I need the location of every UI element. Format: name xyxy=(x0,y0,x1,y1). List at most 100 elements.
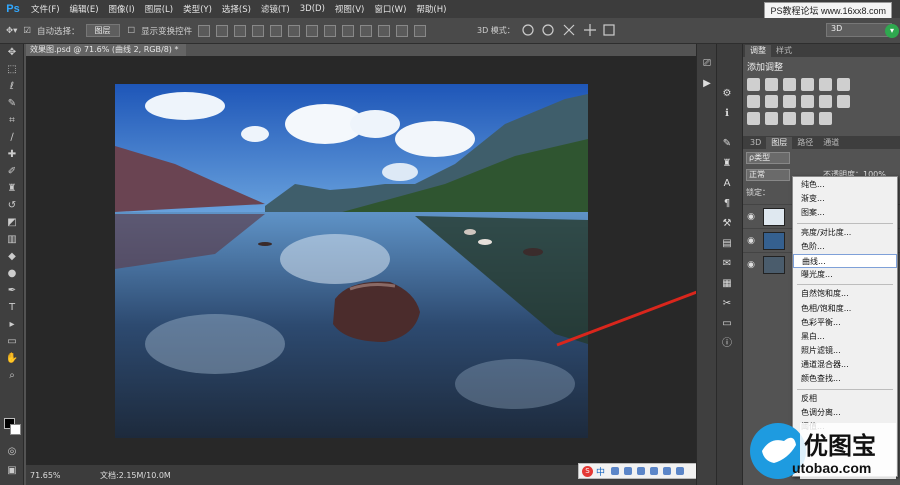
tab-adjustments[interactable]: 调整 xyxy=(745,45,771,57)
ime-skin-icon[interactable] xyxy=(663,467,672,475)
tool-presets-icon[interactable]: ⚒ xyxy=(717,214,737,234)
hue-icon[interactable] xyxy=(837,78,850,91)
photo-filter-icon[interactable] xyxy=(783,95,796,108)
menu-type[interactable]: 类型(Y) xyxy=(178,3,217,15)
menu-edit[interactable]: 编辑(E) xyxy=(65,3,104,15)
menu-view[interactable]: 视图(V) xyxy=(330,3,369,15)
dodge-tool-icon[interactable]: ● xyxy=(0,265,24,282)
eye-icon[interactable]: ◉ xyxy=(743,260,759,270)
type-tool-icon[interactable]: T xyxy=(0,299,24,316)
channel-mixer-icon[interactable] xyxy=(801,95,814,108)
shape-tool-icon[interactable]: ▭ xyxy=(0,333,24,350)
menu-window[interactable]: 窗口(W) xyxy=(369,3,411,15)
background-color-swatch[interactable] xyxy=(10,424,21,435)
menu-3d[interactable]: 3D(D) xyxy=(295,4,330,14)
distribute-top-icon[interactable] xyxy=(306,24,319,37)
align-bottom-icon[interactable] xyxy=(234,24,247,37)
blur-tool-icon[interactable]: ◆ xyxy=(0,248,24,265)
show-transform-checkbox[interactable]: ☐ xyxy=(128,26,136,36)
threshold-icon[interactable] xyxy=(765,112,778,125)
history-brush-icon[interactable]: ↺ xyxy=(0,197,24,214)
menu-item-pattern[interactable]: 图案... xyxy=(793,206,897,220)
menu-item-vibrance[interactable]: 自然饱和度... xyxy=(793,287,897,301)
menu-item-curves[interactable]: 曲线... xyxy=(793,253,897,269)
menu-item-black-white[interactable]: 黑白... xyxy=(793,330,897,344)
vibrance-icon[interactable] xyxy=(819,78,832,91)
auto-select-dropdown[interactable]: 图层 xyxy=(85,24,120,37)
swatches-panel-icon[interactable]: ▦ xyxy=(717,274,737,294)
blend-mode-select[interactable]: 正常 xyxy=(746,169,790,181)
hand-tool-icon[interactable]: ✋ xyxy=(0,350,24,367)
menu-item-color-balance[interactable]: 色彩平衡... xyxy=(793,316,897,330)
quick-mask-icon[interactable]: ◎ xyxy=(0,443,24,460)
3d-mode-icons[interactable] xyxy=(520,22,630,38)
timeline-icon[interactable]: ▭ xyxy=(717,314,737,334)
ime-lang[interactable]: 中 xyxy=(596,465,605,478)
brush-tool-icon[interactable]: ✐ xyxy=(0,163,24,180)
tab-layers[interactable]: 图层 xyxy=(766,137,793,149)
menu-help[interactable]: 帮助(H) xyxy=(411,3,451,15)
color-lookup-icon[interactable] xyxy=(819,95,832,108)
workspace-expand-button[interactable]: ▾ xyxy=(885,24,899,38)
menu-item-levels[interactable]: 色阶... xyxy=(793,240,897,254)
zoom-level[interactable]: 71.65% xyxy=(30,471,80,480)
menu-image[interactable]: 图像(I) xyxy=(104,3,140,15)
gradient-tool-icon[interactable]: ▥ xyxy=(0,231,24,248)
info-panel-icon[interactable]: ℹ xyxy=(717,104,737,124)
distribute-hcenter-icon[interactable] xyxy=(378,24,391,37)
menu-item-photo-filter[interactable]: 照片滤镜... xyxy=(793,344,897,358)
history-panel-icon[interactable]: ⎚ xyxy=(697,54,717,74)
move-tool-icon[interactable]: ✥ xyxy=(0,44,24,61)
document-tab[interactable]: 效果图.psd @ 71.6% (曲线 2, RGB/8) * xyxy=(26,44,186,56)
menu-item-invert[interactable]: 反相 xyxy=(793,392,897,406)
stamp-tool-icon[interactable]: ♜ xyxy=(0,180,24,197)
exposure-icon[interactable] xyxy=(801,78,814,91)
crop-tool-icon[interactable]: ⌗ xyxy=(0,112,24,129)
distribute-vcenter-icon[interactable] xyxy=(324,24,337,37)
healing-tool-icon[interactable]: ✚ xyxy=(0,146,24,163)
eye-icon[interactable]: ◉ xyxy=(743,212,759,222)
eraser-tool-icon[interactable]: ◩ xyxy=(0,214,24,231)
ime-mic-icon[interactable] xyxy=(624,467,633,475)
layer-kind-filter[interactable]: ρ类型 xyxy=(746,152,790,164)
invert-icon[interactable] xyxy=(837,95,850,108)
brush-panel-icon[interactable]: ✎ xyxy=(717,134,737,154)
align-vcenter-icon[interactable] xyxy=(216,24,229,37)
align-hcenter-icon[interactable] xyxy=(270,24,283,37)
menu-item-color-lookup[interactable]: 颜色查找... xyxy=(793,372,897,386)
shadows-icon[interactable] xyxy=(819,112,832,125)
tab-paths[interactable]: 路径 xyxy=(792,137,818,149)
screen-mode-icon[interactable]: ▣ xyxy=(0,462,24,479)
character-panel-icon[interactable]: A xyxy=(717,174,737,194)
menu-item-solid-color[interactable]: 纯色... xyxy=(793,178,897,192)
marquee-tool-icon[interactable]: ⬚ xyxy=(0,61,24,78)
path-select-tool-icon[interactable]: ▸ xyxy=(0,316,24,333)
align-right-icon[interactable] xyxy=(288,24,301,37)
ime-logo-icon[interactable]: S xyxy=(582,465,593,477)
ime-keyboard-icon[interactable] xyxy=(637,467,646,475)
align-left-icon[interactable] xyxy=(252,24,265,37)
auto-align-icon[interactable] xyxy=(414,24,427,37)
menu-item-hue-saturation[interactable]: 色相/饱和度... xyxy=(793,302,897,316)
menu-layer[interactable]: 图层(L) xyxy=(140,3,178,15)
menu-item-channel-mixer[interactable]: 通道混合器... xyxy=(793,358,897,372)
distribute-left-icon[interactable] xyxy=(360,24,373,37)
pen-tool-icon[interactable]: ✒ xyxy=(0,282,24,299)
eye-icon[interactable]: ◉ xyxy=(743,236,759,246)
posterize-icon[interactable] xyxy=(747,112,760,125)
ime-punct-icon[interactable] xyxy=(611,467,620,475)
auto-select-checkbox[interactable]: ☑ xyxy=(23,26,31,36)
tab-styles[interactable]: 样式 xyxy=(771,45,797,57)
zoom-tool-icon[interactable]: ⌕ xyxy=(0,367,24,384)
clone-source-icon[interactable]: ♜ xyxy=(717,154,737,174)
tab-channels[interactable]: 通道 xyxy=(818,137,844,149)
notes-panel-icon[interactable]: ✉ xyxy=(717,254,737,274)
levels-icon[interactable] xyxy=(765,78,778,91)
menu-item-posterize[interactable]: 色调分离... xyxy=(793,406,897,420)
menu-item-exposure[interactable]: 曝光度... xyxy=(793,268,897,282)
menu-filter[interactable]: 滤镜(T) xyxy=(256,3,295,15)
lasso-tool-icon[interactable]: ℓ xyxy=(0,78,24,95)
paragraph-panel-icon[interactable]: ¶ xyxy=(717,194,737,214)
workspace-select[interactable]: 3D xyxy=(826,23,892,37)
menu-file[interactable]: 文件(F) xyxy=(26,3,65,15)
